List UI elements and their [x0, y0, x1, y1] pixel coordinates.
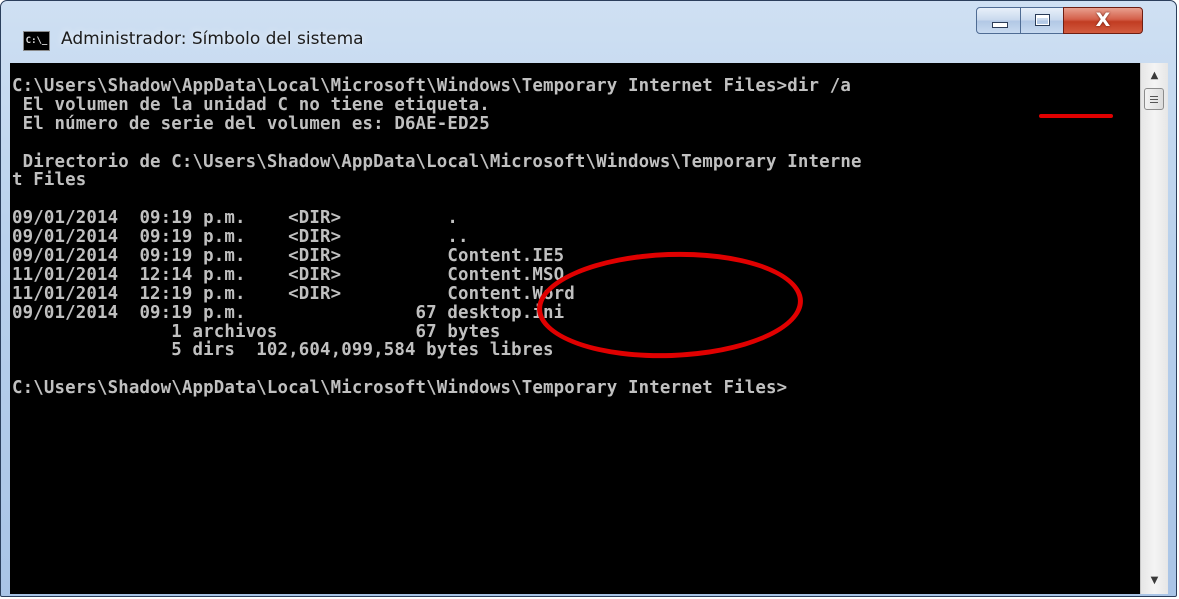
cmd-prompt-icon[interactable]: C:\_ [23, 31, 50, 51]
title-bar[interactable]: C:\_ Administrador: Símbolo del sistema … [1, 1, 1176, 63]
red-underline-annotation [1039, 114, 1113, 118]
close-icon: X [1095, 9, 1111, 31]
console-line: 09/01/2014 09:19 p.m. <DIR> Content.IE5 [12, 246, 565, 267]
scroll-thumb[interactable] [1144, 88, 1164, 110]
console-line: 09/01/2014 09:19 p.m. <DIR> .. [12, 227, 469, 248]
console-line: t Files [12, 170, 87, 191]
window-title: Administrador: Símbolo del sistema [61, 29, 364, 49]
console-line: El volumen de la unidad C no tiene etiqu… [12, 94, 490, 115]
scroll-up-arrow-icon[interactable]: ▲ [1141, 65, 1168, 87]
grip-line [1150, 99, 1158, 100]
minimize-button[interactable] [976, 7, 1021, 34]
minimize-icon [992, 22, 1008, 28]
grip-line [1150, 102, 1158, 103]
console-prompt-line: C:\Users\Shadow\AppData\Local\Microsoft\… [12, 378, 788, 399]
scroll-down-arrow-icon[interactable]: ▼ [1141, 570, 1168, 592]
console-line: C:\Users\Shadow\AppData\Local\Microsoft\… [12, 76, 851, 96]
grip-line [1150, 96, 1158, 97]
console-line: Directorio de C:\Users\Shadow\AppData\Lo… [12, 151, 862, 172]
close-button[interactable]: X [1063, 7, 1143, 34]
console-line: 09/01/2014 09:19 p.m. <DIR> . [12, 208, 459, 229]
maximize-button[interactable] [1020, 7, 1064, 34]
vertical-scrollbar[interactable]: ▲ ▼ [1140, 63, 1168, 594]
console-text: C:\Users\Shadow\AppData\Local\Microsoft\… [10, 63, 1140, 398]
console-line: El número de serie del volumen es: D6AE-… [12, 113, 490, 134]
maximize-icon [1035, 14, 1050, 26]
